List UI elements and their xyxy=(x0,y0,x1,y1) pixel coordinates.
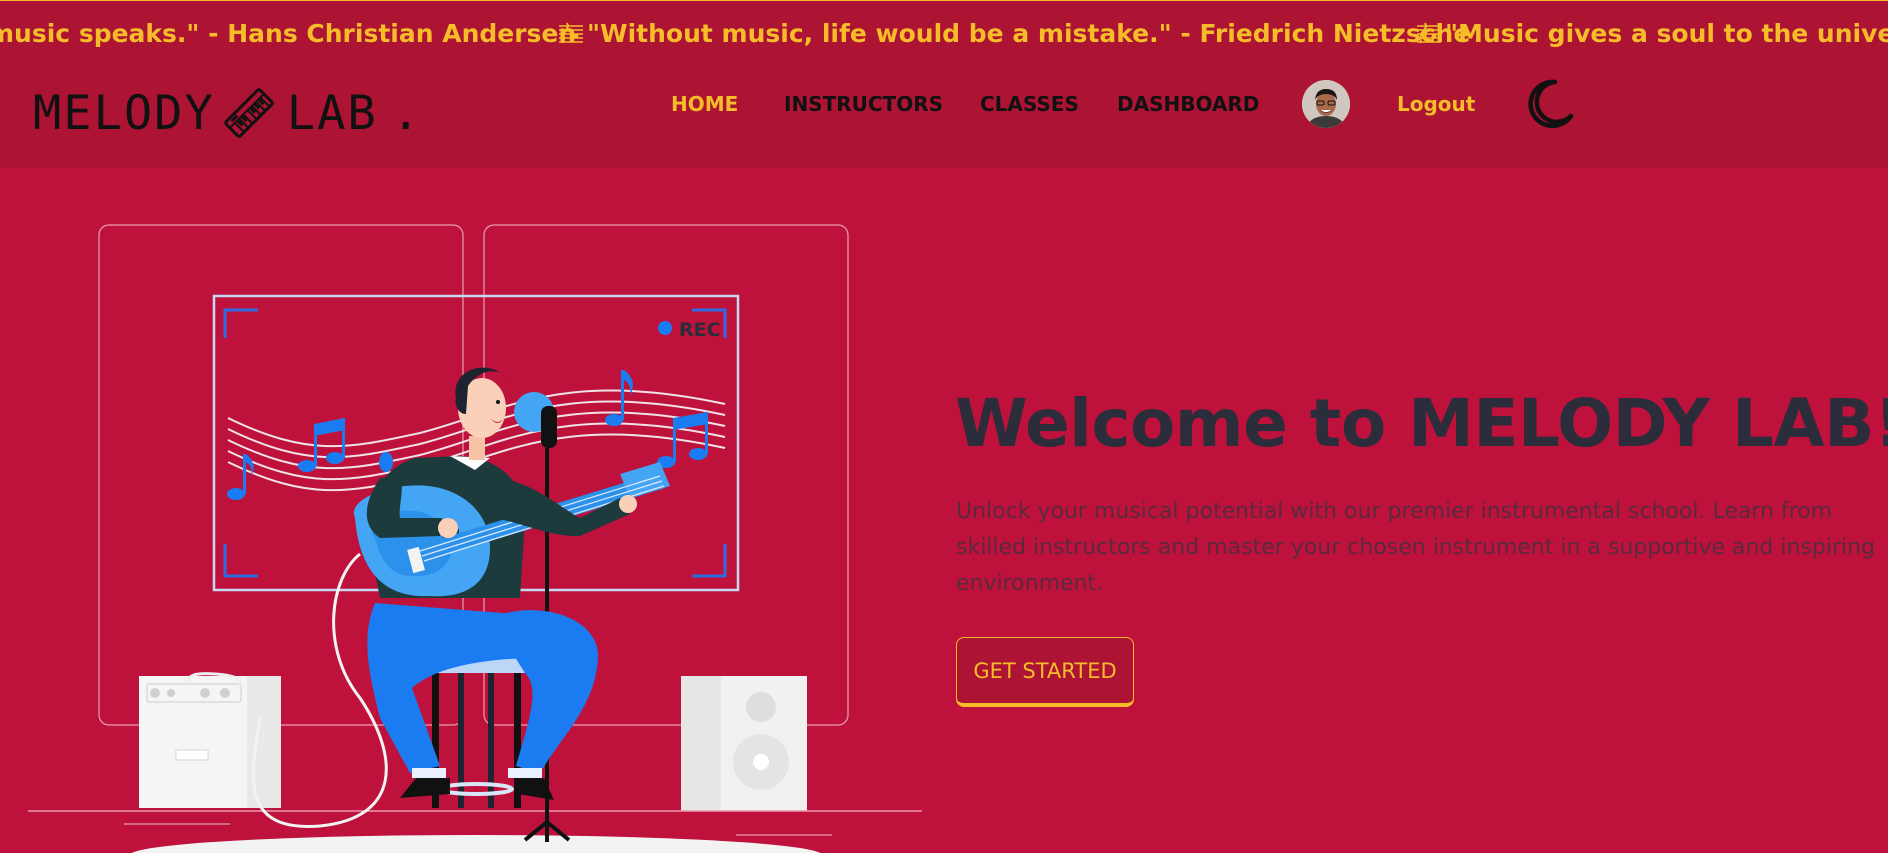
marquee-quote: music speaks." - Hans Christian Andersen xyxy=(0,19,576,48)
user-avatar[interactable] xyxy=(1302,80,1350,128)
music-staff-icon xyxy=(559,22,583,44)
nav-link-instructors[interactable]: INSTRUCTORS xyxy=(784,92,943,116)
navbar: MELODY LAB . HOME INSTRUCTORS CLASSES DA… xyxy=(0,70,1888,168)
marquee-quote-text: "Music gives a soul to the universe xyxy=(1445,19,1888,48)
marquee-quote: "Music gives a soul to the universe xyxy=(1415,19,1888,48)
hero-title: Welcome to MELODY LAB! xyxy=(955,385,1888,462)
logout-button[interactable]: Logout xyxy=(1397,92,1475,116)
nav-link-home[interactable]: HOME xyxy=(671,92,738,116)
logo-text-left: MELODY xyxy=(33,85,215,141)
logo-dot: . xyxy=(391,85,422,141)
music-staff-icon xyxy=(1417,22,1441,44)
marquee-quote-text: "Without music, life would be a mistake.… xyxy=(587,19,1471,48)
nav-link-dashboard[interactable]: DASHBOARD xyxy=(1117,92,1259,116)
amplifier-left xyxy=(139,672,281,808)
site-logo[interactable]: MELODY LAB . xyxy=(33,78,422,148)
marquee-quote: "Without music, life would be a mistake.… xyxy=(557,19,1470,48)
moon-icon[interactable] xyxy=(1521,76,1577,132)
hero-description: Unlock your musical potential with our p… xyxy=(956,499,1876,596)
logo-text-right: LAB xyxy=(286,85,378,141)
rec-label: REC xyxy=(679,319,721,341)
rec-dot-icon xyxy=(658,321,672,335)
musician-illustration: REC xyxy=(28,224,922,853)
nav-link-classes[interactable]: CLASSES xyxy=(980,92,1079,116)
quote-marquee: music speaks." - Hans Christian Andersen… xyxy=(0,0,1888,70)
speaker-right xyxy=(681,676,807,811)
keyboard-icon xyxy=(224,88,274,138)
marquee-quote-text: music speaks." - Hans Christian Andersen xyxy=(0,19,577,48)
avatar-image xyxy=(1302,80,1350,128)
stage-floor xyxy=(131,835,821,853)
get-started-button[interactable]: GET STARTED xyxy=(956,637,1134,707)
